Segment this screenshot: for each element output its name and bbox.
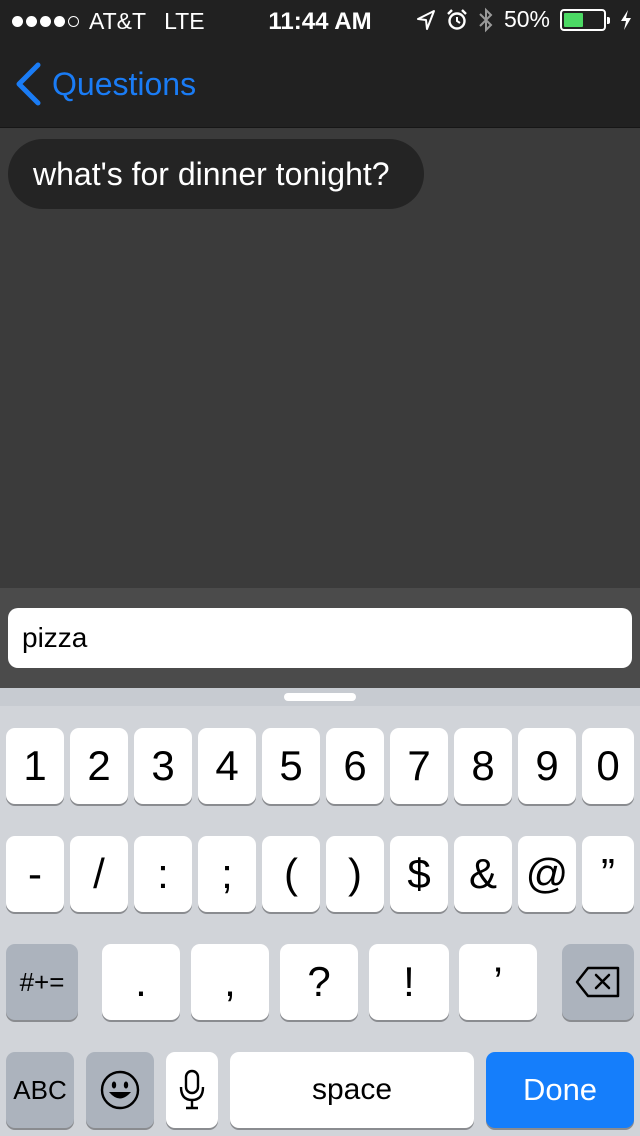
key-colon[interactable]: :: [134, 836, 192, 912]
space-key[interactable]: space: [230, 1052, 474, 1128]
keyboard-handle-bar: [0, 688, 640, 706]
key-5[interactable]: 5: [262, 728, 320, 804]
key-2[interactable]: 2: [70, 728, 128, 804]
microphone-icon: [179, 1069, 205, 1110]
key-9[interactable]: 9: [518, 728, 576, 804]
key-open-paren[interactable]: (: [262, 836, 320, 912]
back-button[interactable]: Questions: [14, 62, 196, 106]
key-7[interactable]: 7: [390, 728, 448, 804]
key-slash[interactable]: /: [70, 836, 128, 912]
status-bar: AT&T LTE 11:44 AM 50%: [0, 0, 640, 40]
key-dollar[interactable]: $: [390, 836, 448, 912]
navigation-bar: Questions: [0, 40, 640, 128]
dictation-key[interactable]: [166, 1052, 218, 1128]
key-exclamation[interactable]: !: [369, 944, 449, 1020]
back-button-label: Questions: [52, 65, 197, 102]
key-quote[interactable]: ”: [582, 836, 634, 912]
key-close-paren[interactable]: ): [326, 836, 384, 912]
backspace-icon: [575, 966, 620, 998]
battery-icon: [560, 8, 610, 31]
chevron-left-icon: [16, 62, 41, 106]
message-bubble: what's for dinner tonight?: [8, 139, 424, 209]
bluetooth-icon: [479, 7, 493, 32]
charging-icon: [621, 9, 631, 30]
key-6[interactable]: 6: [326, 728, 384, 804]
emoji-key[interactable]: [86, 1052, 154, 1128]
key-at[interactable]: @: [518, 836, 576, 912]
key-8[interactable]: 8: [454, 728, 512, 804]
location-icon: [416, 9, 435, 30]
done-key[interactable]: Done: [486, 1052, 634, 1128]
input-bar: [0, 588, 640, 688]
key-hyphen[interactable]: -: [6, 836, 64, 912]
delete-key[interactable]: [562, 944, 634, 1020]
message-input[interactable]: [8, 608, 632, 668]
key-question[interactable]: ?: [280, 944, 358, 1020]
keyboard: 1 2 3 4 5 6 7 8 9 0 - / : ; ( ) $ & @ ” …: [0, 688, 640, 1136]
key-comma[interactable]: ,: [191, 944, 269, 1020]
key-3[interactable]: 3: [134, 728, 192, 804]
chat-area[interactable]: what's for dinner tonight?: [0, 129, 640, 588]
key-period[interactable]: .: [102, 944, 180, 1020]
emoji-icon: [100, 1070, 140, 1110]
battery-percent: 50%: [503, 6, 550, 32]
key-semicolon[interactable]: ;: [198, 836, 256, 912]
key-0[interactable]: 0: [582, 728, 634, 804]
abc-key[interactable]: ABC: [6, 1052, 74, 1128]
key-4[interactable]: 4: [198, 728, 256, 804]
key-ampersand[interactable]: &: [454, 836, 512, 912]
alarm-icon: [447, 8, 467, 30]
key-1[interactable]: 1: [6, 728, 64, 804]
more-symbols-key[interactable]: #+=: [6, 944, 78, 1020]
key-apostrophe[interactable]: ’: [459, 944, 537, 1020]
keyboard-handle[interactable]: [284, 693, 356, 701]
